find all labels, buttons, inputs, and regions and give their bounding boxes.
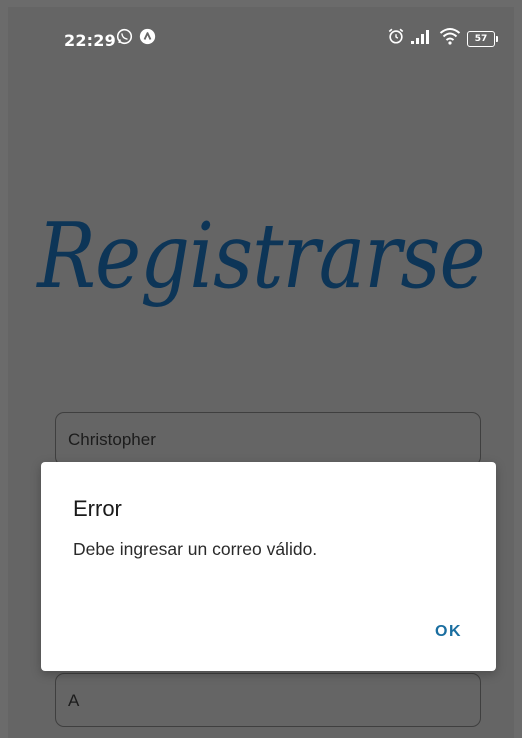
wifi-icon (439, 27, 461, 50)
status-left-icons (116, 28, 156, 50)
status-bar: 22:29 57 (8, 7, 514, 67)
app-background: 22:29 57 Registrarse Christopher A Error… (8, 7, 514, 738)
status-time: 22:29 (64, 31, 116, 50)
app-screen: 22:29 57 Registrarse Christopher A Error… (0, 0, 522, 738)
battery-level: 57 (467, 30, 495, 47)
lastname-field[interactable]: A (55, 673, 481, 727)
whatsapp-icon (116, 28, 133, 50)
signal-icon (411, 28, 433, 49)
notification-app-icon (139, 28, 156, 50)
error-dialog: Error Debe ingresar un correo válido. OK (41, 462, 496, 671)
battery-icon: 57 (467, 30, 498, 47)
dialog-message: Debe ingresar un correo válido. (73, 539, 318, 559)
name-field[interactable]: Christopher (55, 412, 481, 466)
status-right-icons: 57 (387, 27, 498, 50)
ok-button[interactable]: OK (435, 623, 462, 641)
page-title: Registrarse (37, 205, 485, 309)
dialog-title: Error (73, 496, 122, 521)
alarm-icon (387, 27, 405, 50)
